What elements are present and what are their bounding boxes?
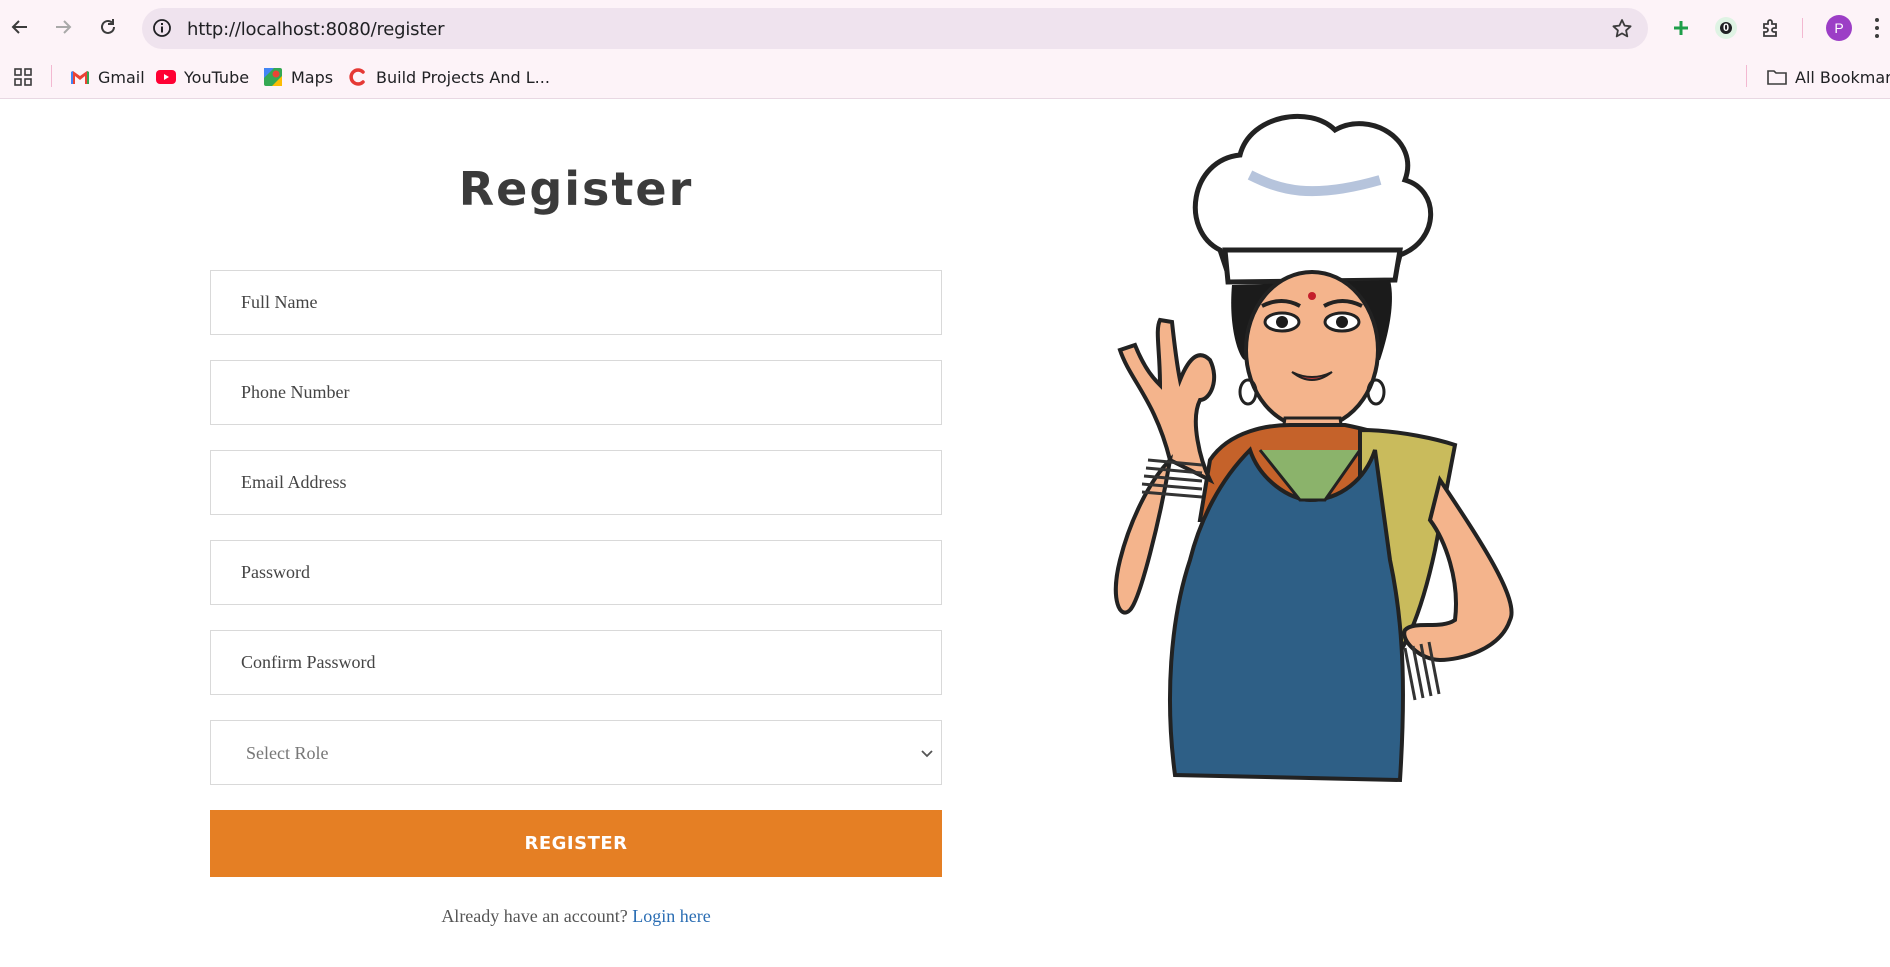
extensions-puzzle-icon[interactable] bbox=[1757, 14, 1785, 42]
role-field[interactable]: Select Role bbox=[210, 720, 942, 785]
star-icon[interactable] bbox=[1610, 17, 1634, 41]
bookmark-label: Build Projects And L... bbox=[376, 67, 550, 87]
password-input[interactable] bbox=[211, 541, 941, 604]
folder-icon bbox=[1767, 70, 1787, 85]
chef-illustration bbox=[1113, 113, 1514, 783]
site-info-icon[interactable] bbox=[152, 18, 172, 38]
gmail-icon bbox=[71, 71, 89, 84]
apps-button[interactable] bbox=[13, 67, 33, 87]
full-name-input[interactable] bbox=[211, 271, 941, 334]
youtube-icon bbox=[156, 70, 176, 84]
login-prompt: Already have an account? Login here bbox=[210, 906, 942, 927]
address-bar[interactable]: http://localhost:8080/register bbox=[142, 8, 1648, 49]
extension-badge: 0 bbox=[1719, 22, 1733, 34]
forward-button[interactable] bbox=[47, 11, 79, 43]
bookmarks-bar: Gmail YouTube Maps Build Projects And L.… bbox=[0, 55, 1890, 99]
browser-toolbar: http://localhost:8080/register 0 P bbox=[0, 0, 1890, 55]
extension-counter-icon[interactable]: 0 bbox=[1712, 14, 1740, 42]
register-page: Register Select Role REGISTER Already ha… bbox=[0, 100, 1890, 967]
phone-input[interactable] bbox=[211, 361, 941, 424]
bookmark-label: YouTube bbox=[184, 67, 250, 87]
maps-icon bbox=[264, 68, 282, 86]
login-link[interactable]: Login here bbox=[632, 906, 710, 926]
email-input[interactable] bbox=[211, 451, 941, 514]
phone-field[interactable] bbox=[210, 360, 942, 425]
bookmarks-divider bbox=[51, 65, 52, 87]
confirm-password-field[interactable] bbox=[210, 630, 942, 695]
bookmark-codedamn[interactable]: Build Projects And L... bbox=[348, 67, 550, 87]
confirm-password-input[interactable] bbox=[211, 631, 941, 694]
page-title: Register bbox=[458, 162, 694, 216]
codedamn-icon bbox=[349, 68, 365, 86]
password-field[interactable] bbox=[210, 540, 942, 605]
url-text: http://localhost:8080/register bbox=[187, 19, 445, 40]
all-bookmarks-label: All Bookmarks bbox=[1795, 67, 1890, 87]
reload-icon bbox=[101, 19, 115, 34]
bookmark-maps[interactable]: Maps bbox=[263, 67, 333, 87]
extension-plus-icon[interactable] bbox=[1667, 14, 1695, 42]
more-menu-icon[interactable] bbox=[1872, 16, 1882, 40]
bookmarks-divider bbox=[1746, 65, 1747, 87]
toolbar-divider bbox=[1802, 18, 1803, 38]
bookmark-label: Maps bbox=[291, 67, 334, 87]
full-name-field[interactable] bbox=[210, 270, 942, 335]
profile-avatar[interactable]: P bbox=[1826, 15, 1852, 41]
role-select[interactable]: Select Role bbox=[211, 721, 941, 784]
register-button[interactable]: REGISTER bbox=[210, 810, 942, 877]
email-field[interactable] bbox=[210, 450, 942, 515]
arrow-left-icon bbox=[11, 20, 27, 34]
back-button[interactable] bbox=[4, 11, 36, 43]
login-prompt-text: Already have an account? bbox=[441, 906, 628, 926]
arrow-right-icon bbox=[56, 20, 72, 34]
bookmark-gmail[interactable]: Gmail bbox=[70, 67, 145, 87]
reload-button[interactable] bbox=[92, 11, 124, 43]
bookmark-label: Gmail bbox=[98, 67, 145, 87]
bookmark-youtube[interactable]: YouTube bbox=[156, 67, 249, 87]
all-bookmarks-button[interactable]: All Bookmarks bbox=[1767, 67, 1890, 87]
apps-grid-icon bbox=[14, 68, 32, 86]
